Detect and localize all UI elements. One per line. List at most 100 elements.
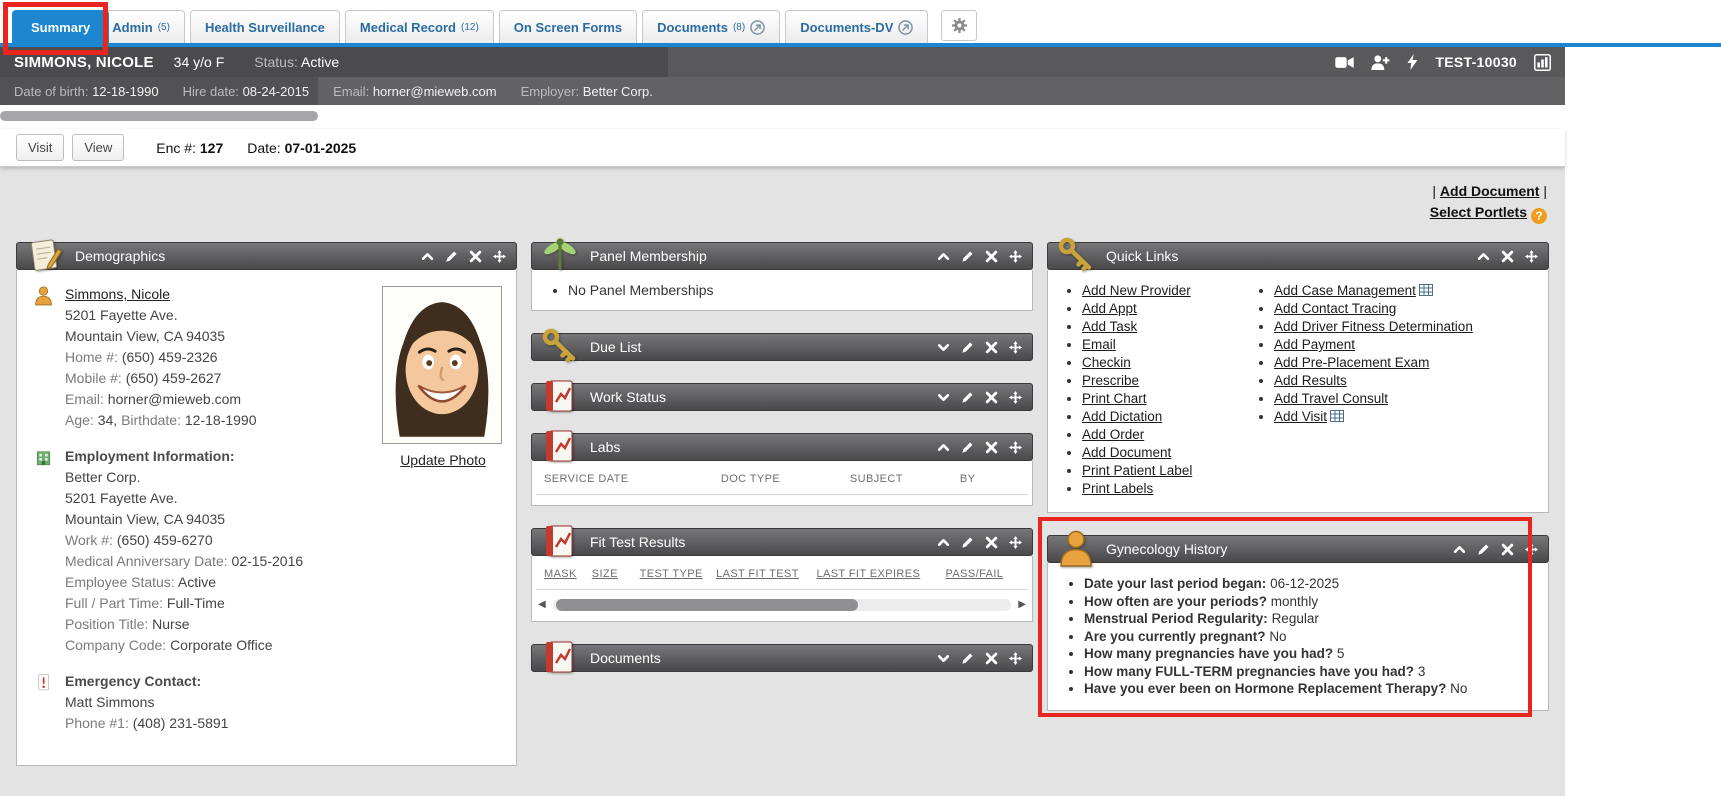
emergency-alert-icon: [33, 671, 55, 734]
close-icon[interactable]: [469, 250, 482, 263]
gyn-item: Date your last period began: 06-12-2025: [1084, 575, 1536, 593]
quick-link: Add Travel Consult: [1274, 390, 1473, 407]
move-icon[interactable]: [1009, 341, 1022, 354]
edit-icon[interactable]: [1477, 543, 1490, 556]
tab-admin[interactable]: Admin(5): [97, 10, 185, 43]
add-person-icon[interactable]: [1371, 55, 1390, 70]
column-header[interactable]: PASS/FAIL: [945, 568, 1021, 580]
portlet-header-gynecology-history[interactable]: Gynecology History: [1047, 535, 1549, 563]
portlet-header-panel-membership[interactable]: Panel Membership: [531, 242, 1033, 270]
tab-summary[interactable]: Summary: [12, 10, 109, 43]
patient-name-link[interactable]: Simmons, Nicole: [65, 286, 170, 302]
collapse-icon[interactable]: [937, 250, 950, 263]
bar-chart-icon[interactable]: [1534, 54, 1551, 71]
portlet-header-fit-test-results[interactable]: Fit Test Results: [531, 528, 1033, 556]
column-header[interactable]: SUBJECT: [850, 473, 960, 485]
position-title: Position Title: Nurse: [65, 614, 303, 635]
visit-button[interactable]: Visit: [16, 134, 64, 161]
add-document-link[interactable]: Add Document: [1440, 183, 1540, 199]
popout-icon[interactable]: [750, 20, 765, 35]
column-header[interactable]: DOC TYPE: [721, 473, 850, 485]
move-icon[interactable]: [1009, 250, 1022, 263]
banner-scrollbar-thumb[interactable]: [0, 111, 318, 121]
edit-icon[interactable]: [961, 536, 974, 549]
scrollbar-thumb[interactable]: [556, 599, 859, 611]
move-icon[interactable]: [1009, 441, 1022, 454]
move-icon[interactable]: [493, 250, 506, 263]
scrollbar-track[interactable]: [553, 599, 1012, 611]
quick-link: Add Dictation: [1082, 408, 1254, 425]
fit-test-table-header: MASK SIZE TEST TYPE LAST FIT TEST LAST F…: [536, 560, 1028, 590]
portlet-header-documents[interactable]: Documents: [531, 644, 1033, 672]
home-phone: Home #: (650) 459-2326: [65, 347, 257, 368]
quick-link: Add Case Management: [1274, 282, 1473, 299]
move-icon[interactable]: [1009, 652, 1022, 665]
column-1: Demographics Simmons, Nicole: [16, 242, 517, 788]
update-photo-link[interactable]: Update Photo: [400, 450, 486, 471]
portlet-demographics: Demographics Simmons, Nicole: [16, 242, 517, 766]
edit-icon[interactable]: [961, 441, 974, 454]
tab-health-surveillance[interactable]: Health Surveillance: [190, 10, 340, 43]
person-icon: [33, 284, 55, 431]
tab-settings-gear-button[interactable]: [941, 10, 977, 41]
edit-icon[interactable]: [445, 250, 458, 263]
collapse-icon[interactable]: [421, 250, 434, 263]
scroll-right-arrow[interactable]: ▶: [1018, 600, 1026, 610]
collapse-icon[interactable]: [937, 441, 950, 454]
portlet-header-labs[interactable]: Labs: [531, 433, 1033, 461]
edit-icon[interactable]: [961, 341, 974, 354]
portlet-header-demographics[interactable]: Demographics: [16, 242, 517, 270]
demographics-emergency-section: Emergency Contact: Matt Simmons Phone #1…: [33, 671, 502, 734]
close-icon[interactable]: [985, 250, 998, 263]
patient-photo-wrap: Update Photo: [382, 286, 504, 471]
tab-documents-dv[interactable]: Documents-DV: [785, 10, 928, 43]
column-header[interactable]: SERVICE DATE: [544, 473, 721, 485]
tab-medical-record[interactable]: Medical Record(12): [345, 10, 494, 43]
work-status-icon: [540, 376, 580, 416]
expand-icon[interactable]: [937, 391, 950, 404]
close-icon[interactable]: [1501, 250, 1514, 263]
view-button[interactable]: View: [72, 134, 124, 161]
hire-date-field: Hire date: 08-24-2015: [183, 84, 310, 99]
move-icon[interactable]: [1525, 543, 1538, 556]
video-camera-icon[interactable]: [1335, 56, 1354, 69]
edit-icon[interactable]: [961, 391, 974, 404]
lightning-bolt-icon[interactable]: [1407, 54, 1418, 70]
popout-icon[interactable]: [898, 20, 913, 35]
expand-icon[interactable]: [937, 341, 950, 354]
move-icon[interactable]: [1525, 250, 1538, 263]
column-header[interactable]: MASK: [544, 568, 592, 580]
column-header[interactable]: LAST FIT TEST: [716, 568, 816, 580]
close-icon[interactable]: [985, 652, 998, 665]
column-header[interactable]: LAST FIT EXPIRES: [816, 568, 945, 580]
gear-icon: [951, 17, 968, 34]
edit-icon[interactable]: [961, 652, 974, 665]
expand-icon[interactable]: [937, 652, 950, 665]
close-icon[interactable]: [985, 391, 998, 404]
tab-on-screen-forms[interactable]: On Screen Forms: [499, 10, 637, 43]
collapse-icon[interactable]: [1453, 543, 1466, 556]
column-header[interactable]: SIZE: [592, 568, 640, 580]
portlet-header-work-status[interactable]: Work Status: [531, 383, 1033, 411]
collapse-icon[interactable]: [1477, 250, 1490, 263]
close-icon[interactable]: [1501, 543, 1514, 556]
tab-documents[interactable]: Documents(8): [642, 10, 780, 43]
close-icon[interactable]: [985, 441, 998, 454]
close-icon[interactable]: [985, 341, 998, 354]
due-list-icon: [540, 326, 580, 366]
collapse-icon[interactable]: [937, 536, 950, 549]
portlet-header-quick-links[interactable]: Quick Links: [1047, 242, 1549, 270]
help-icon[interactable]: ?: [1531, 208, 1547, 224]
email: Email: horner@mieweb.com: [65, 389, 257, 410]
close-icon[interactable]: [985, 536, 998, 549]
select-portlets-link[interactable]: Select Portlets: [1430, 204, 1527, 220]
quick-links-icon: [1056, 235, 1096, 275]
move-icon[interactable]: [1009, 391, 1022, 404]
edit-icon[interactable]: [961, 250, 974, 263]
patient-age-sex: 34 y/o F: [174, 54, 225, 70]
move-icon[interactable]: [1009, 536, 1022, 549]
column-header[interactable]: BY: [960, 473, 1022, 485]
portlet-header-due-list[interactable]: Due List: [531, 333, 1033, 361]
column-header[interactable]: TEST TYPE: [640, 568, 716, 580]
scroll-left-arrow[interactable]: ◀: [538, 600, 546, 610]
